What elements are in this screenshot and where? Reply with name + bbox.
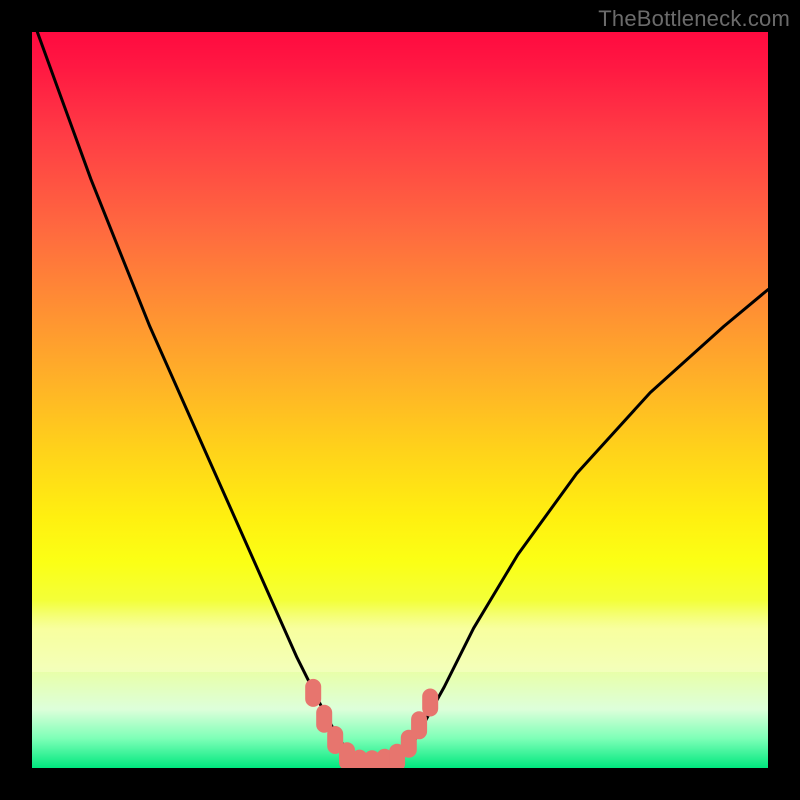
bottleneck-markers-group — [305, 679, 438, 768]
plot-area — [32, 32, 768, 768]
marker-capsule — [411, 711, 427, 739]
chart-frame: TheBottleneck.com — [0, 0, 800, 800]
watermark-text: TheBottleneck.com — [598, 6, 790, 32]
marker-capsule — [422, 689, 438, 717]
bottleneck-curve-path — [32, 32, 768, 765]
marker-capsule — [305, 679, 321, 707]
curve-layer — [32, 32, 768, 768]
